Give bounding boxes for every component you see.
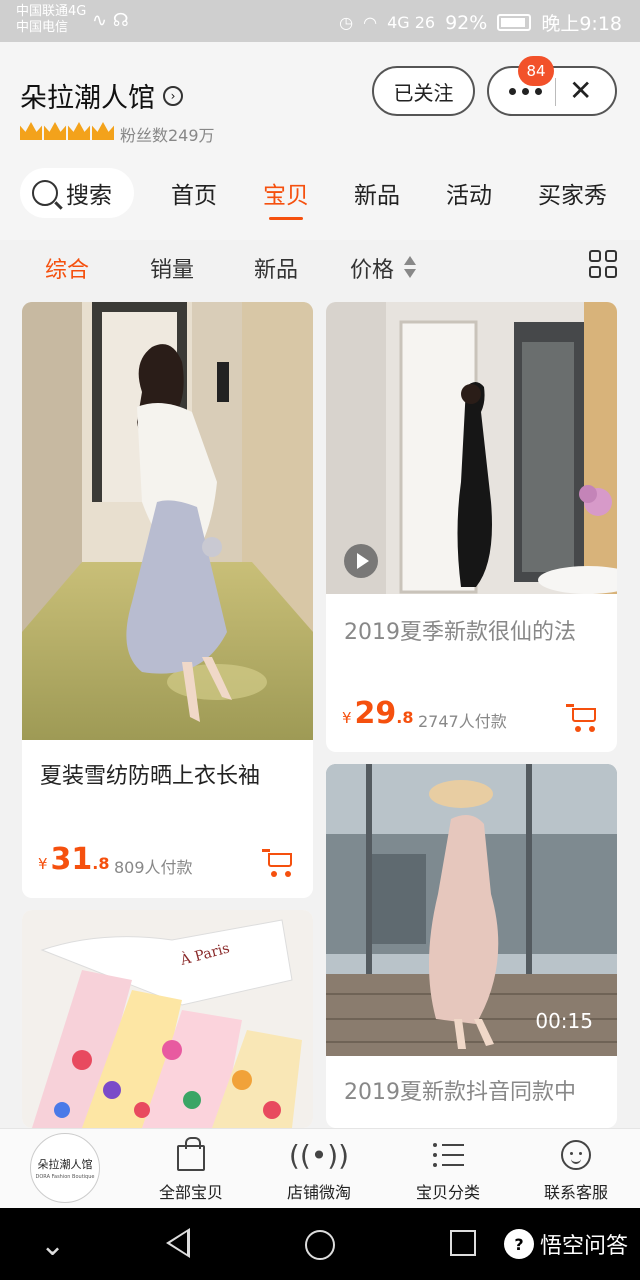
battery-icon — [497, 14, 532, 31]
product-title: 2019夏新款抖音同款中 — [344, 1080, 576, 1105]
shop-rating-crowns — [20, 122, 114, 140]
cart-icon[interactable] — [262, 847, 296, 877]
alarm-icon: ◷ — [339, 13, 354, 32]
shop-nav: 搜索 首页 宝贝 新品 活动 买家秀 — [0, 168, 640, 220]
search-label: 搜索 — [66, 183, 112, 209]
search-icon — [32, 180, 58, 206]
wifi-icon: ◠ — [363, 13, 378, 32]
product-card[interactable]: 2019夏季新款很仙的法 ¥ 29 .8 2747人付款 — [326, 302, 617, 752]
product-image — [22, 302, 313, 740]
video-duration: 00:15 — [535, 1009, 593, 1033]
product-title: 夏装雪纺防晒上衣长袖 — [40, 764, 261, 789]
grid-view-icon[interactable] — [589, 250, 619, 280]
sort-comprehensive[interactable]: 综合 — [45, 252, 89, 284]
chevron-right-icon: › — [163, 85, 183, 106]
shop-header: 朵拉潮人馆 › 粉丝数249万 已关注 ✕ 84 搜索 首页 宝贝 新品 活动 … — [0, 42, 640, 240]
cart-icon[interactable] — [566, 702, 600, 732]
signal-icon: 4G 26 — [387, 13, 436, 32]
paid-count: 809人付款 — [114, 858, 193, 877]
sort-new[interactable]: 新品 — [254, 252, 298, 284]
shop-name: 朵拉潮人馆 — [20, 83, 155, 114]
recents-icon[interactable] — [450, 1230, 476, 1256]
shop-logo[interactable]: 朵拉潮人馆 DORA Fashion Boutique — [30, 1133, 100, 1203]
paid-count: 2747人付款 — [418, 712, 507, 731]
clock: 晚上9:18 — [541, 13, 622, 35]
list-icon — [432, 1143, 464, 1167]
notification-icons: ∿ ☊ — [92, 10, 129, 31]
product-price: ¥ 31 .8 — [38, 842, 110, 877]
product-card[interactable]: 夏装雪纺防晒上衣长袖 ¥ 31 .8 809人付款 — [22, 302, 313, 898]
product-price: ¥ 29 .8 — [342, 696, 414, 731]
home-icon[interactable] — [305, 1230, 335, 1260]
battery-percent: 92% — [445, 11, 488, 34]
tab-products[interactable]: 宝贝 — [263, 176, 309, 220]
broadcast-icon: ((•)) — [288, 1138, 350, 1172]
shopping-bag-icon — [177, 1137, 205, 1171]
tab-home[interactable]: 首页 — [171, 176, 217, 210]
carrier-1: 中国联通4G — [16, 4, 87, 19]
tab-new[interactable]: 新品 — [354, 176, 400, 210]
chevron-down-icon[interactable]: ⌄ — [40, 1228, 65, 1263]
watermark: ? 悟空问答 — [503, 1228, 628, 1260]
play-video-icon[interactable] — [344, 544, 378, 578]
product-card[interactable]: À Paris — [22, 910, 313, 1128]
bottom-tab-categories[interactable]: 宝贝分类 — [398, 1135, 498, 1203]
sort-filter-bar: 综合 销量 新品 价格 — [0, 240, 640, 298]
system-nav-bar: ⌄ ? 悟空问答 — [0, 1208, 640, 1280]
product-card[interactable]: 00:15 2019夏新款抖音同款中 — [326, 764, 617, 1128]
message-badge: 84 — [518, 56, 554, 86]
tab-buyer-show[interactable]: 买家秀 — [538, 176, 607, 210]
crown-icon — [20, 122, 42, 140]
crown-icon — [44, 122, 66, 140]
status-right: ◷ ◠ 4G 26 92% 晚上9:18 — [339, 9, 622, 36]
follow-button[interactable]: 已关注 — [372, 66, 475, 116]
shop-name-link[interactable]: 朵拉潮人馆 › — [20, 76, 183, 115]
fan-count: 粉丝数249万 — [120, 126, 215, 145]
product-image: À Paris — [22, 910, 313, 1128]
back-icon[interactable] — [166, 1228, 190, 1258]
close-icon[interactable]: ✕ — [569, 74, 592, 107]
search-button[interactable]: 搜索 — [20, 168, 134, 218]
bottom-tab-customer-service[interactable]: 联系客服 — [526, 1135, 626, 1203]
crown-icon — [92, 122, 114, 140]
carrier-2: 中国电信 — [16, 20, 69, 35]
tab-activities[interactable]: 活动 — [446, 176, 492, 210]
bottom-tab-all-products[interactable]: 全部宝贝 — [141, 1135, 241, 1203]
bottom-tab-shop-feed[interactable]: ((•)) 店铺微淘 — [269, 1135, 369, 1203]
more-options-icon[interactable] — [509, 88, 542, 95]
shop-bottom-bar: 朵拉潮人馆 DORA Fashion Boutique 全部宝贝 ((•)) 店… — [0, 1128, 640, 1208]
sort-sales[interactable]: 销量 — [150, 252, 194, 284]
product-title: 2019夏季新款很仙的法 — [344, 620, 576, 645]
sort-price[interactable]: 价格 — [350, 252, 394, 284]
carrier-info: 中国联通4G 中国电信 — [16, 4, 86, 36]
sort-arrows-icon[interactable] — [404, 256, 416, 280]
capsule-divider — [555, 78, 556, 106]
customer-service-icon — [561, 1140, 591, 1170]
status-bar: 中国联通4G 中国电信 ∿ ☊ ◷ ◠ 4G 26 92% 晚上9:18 — [0, 0, 640, 42]
watermark-logo-icon: ? — [503, 1229, 534, 1259]
crown-icon — [68, 122, 90, 140]
